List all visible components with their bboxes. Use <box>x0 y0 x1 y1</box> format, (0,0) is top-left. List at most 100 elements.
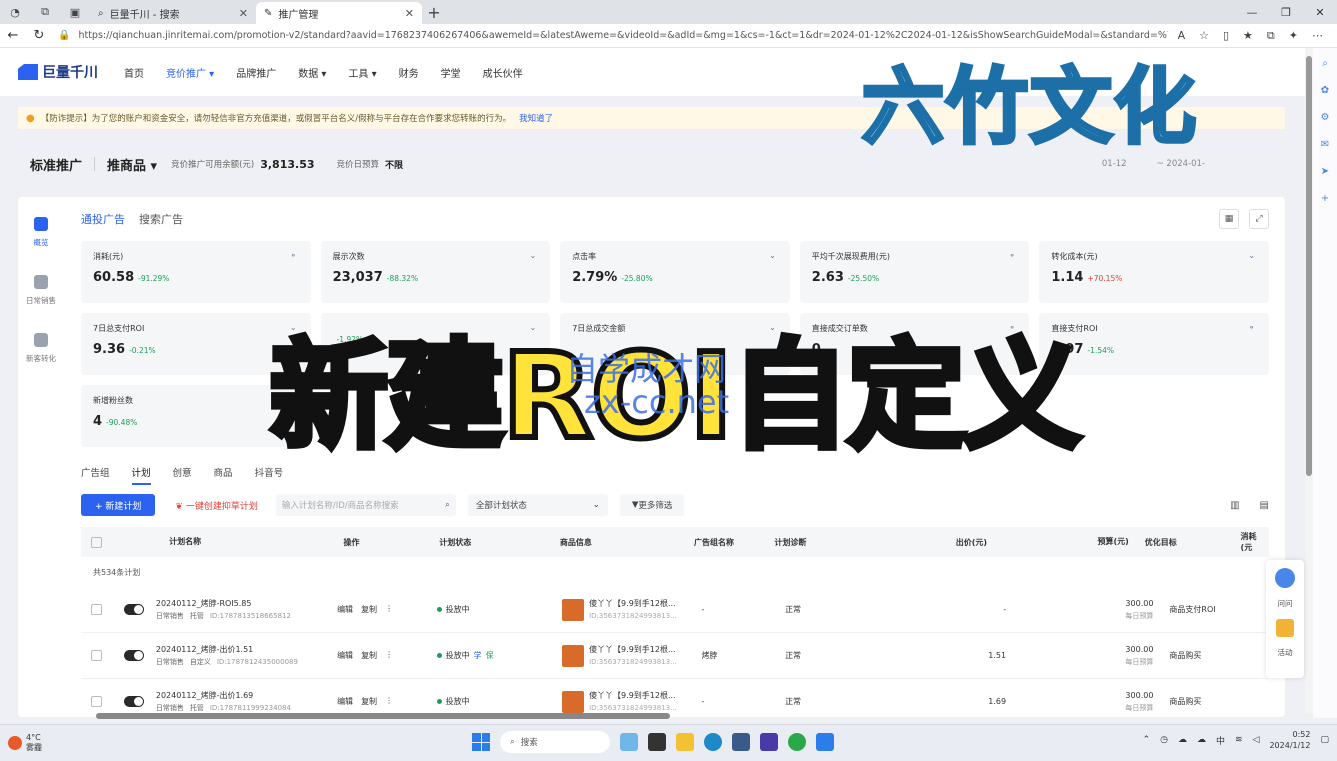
outlook-icon[interactable]: ✉ <box>1321 139 1329 150</box>
extensions-icon[interactable]: ✦ <box>1289 29 1298 43</box>
tab-creative[interactable]: 创意 <box>173 465 192 485</box>
windows-start-icon[interactable] <box>472 733 490 751</box>
ime-indicator[interactable]: 中 <box>1216 734 1225 747</box>
more-filters-button[interactable]: ▼ 更多筛选 <box>619 494 685 516</box>
row-checkbox[interactable] <box>91 696 102 707</box>
promotion-type-select[interactable]: 推商品 ▾ <box>107 155 157 174</box>
minimize-icon[interactable]: — <box>1235 0 1269 24</box>
plan-toggle[interactable] <box>123 696 144 707</box>
chevron-down-icon[interactable]: ⌄ <box>529 251 536 260</box>
bid-value[interactable]: 1.51 <box>924 651 1006 660</box>
plan-toggle[interactable] <box>123 650 144 661</box>
more-icon[interactable]: ⋯ <box>1312 29 1323 43</box>
menu-item-brand[interactable]: 品牌推广 <box>236 65 276 80</box>
screen-recorder-icon[interactable] <box>816 733 834 751</box>
left-nav-overview[interactable]: 概览 <box>18 203 64 261</box>
notification-icon[interactable]: ▢ <box>1320 735 1329 745</box>
left-nav-new-customer[interactable]: 新客转化 <box>18 319 64 377</box>
profile-icon[interactable]: ◔ <box>0 0 30 24</box>
tools-icon[interactable]: ⚙ <box>1321 112 1330 123</box>
metric-card[interactable]: 转化成本(元) 1.14 +70.15% ⌄ <box>1039 241 1269 303</box>
send-icon[interactable]: ➤ <box>1321 166 1329 177</box>
plan-name[interactable]: 20240112_烤脖-ROI5.85 <box>156 598 337 610</box>
promotion-mode[interactable]: 标准推广 <box>18 155 82 174</box>
chevron-down-icon[interactable]: ⌄ <box>1248 251 1255 260</box>
vertical-scrollbar[interactable] <box>1305 48 1313 713</box>
edit-button[interactable]: 编辑 <box>337 696 353 707</box>
batch-create-button[interactable]: ❦ 一键创建抑草计划 <box>175 499 257 512</box>
refresh-icon[interactable]: ↻ <box>26 28 52 43</box>
col-cost[interactable]: 消耗(元 <box>1241 531 1269 553</box>
close-window-icon[interactable]: ✕ <box>1303 0 1337 24</box>
col-budget[interactable]: 预算(元) <box>987 536 1128 548</box>
ask-label[interactable]: 问问 <box>1278 598 1293 609</box>
app-logo[interactable]: 巨量千川 <box>18 62 98 82</box>
copy-button[interactable]: 复制 <box>361 650 377 661</box>
onedrive-icon[interactable]: ☁ <box>1197 735 1206 745</box>
bid-value[interactable]: 1.69 <box>924 697 1006 706</box>
widgets-app-icon[interactable] <box>620 733 638 751</box>
menu-item-finance[interactable]: 财务 <box>399 65 419 80</box>
col-plan-name[interactable]: 计划名称 <box>169 536 343 548</box>
wifi-icon[interactable]: ≋ <box>1235 735 1243 745</box>
horizontal-scrollbar[interactable] <box>96 713 1262 719</box>
metric-dropdown-icon[interactable]: ⚬ <box>290 251 297 260</box>
tab-general-ads[interactable]: 通投广告 <box>81 211 125 227</box>
assistant-icon[interactable] <box>1275 568 1295 588</box>
search-icon[interactable]: ⌕ <box>1322 58 1328 69</box>
edge-browser-icon[interactable] <box>704 733 722 751</box>
scrollbar-thumb[interactable] <box>96 713 670 719</box>
tab-actions-icon[interactable]: ▣ <box>60 0 90 24</box>
more-actions-icon[interactable]: ⋮ <box>385 696 393 707</box>
menu-item-home[interactable]: 首页 <box>124 65 144 80</box>
row-checkbox[interactable] <box>91 604 102 615</box>
copilot-icon[interactable]: ✿ <box>1321 85 1329 96</box>
plan-search-input[interactable]: 输入计划名称/ID/商品名称搜索 ⌕ <box>275 494 456 516</box>
workspaces-icon[interactable]: ⧉ <box>30 0 60 24</box>
budget-cell[interactable]: 300.00 每日预算 <box>1006 598 1153 622</box>
product-info[interactable]: 傻丫丫【9.9到手12根... ID:3563731824993813... <box>562 690 701 714</box>
tab-ad-group[interactable]: 广告组 <box>81 465 110 485</box>
col-bid[interactable]: 出价(元) <box>909 537 987 548</box>
expand-icon[interactable]: ⤢ <box>1249 209 1269 229</box>
daily-budget-value[interactable]: 不限 <box>385 158 403 171</box>
select-all-checkbox[interactable] <box>91 536 102 548</box>
metric-dropdown-icon[interactable]: ⚬ <box>1009 251 1016 260</box>
tab-product[interactable]: 商品 <box>214 465 233 485</box>
new-plan-button[interactable]: + 新建计划 <box>81 494 156 516</box>
menu-item-bidding[interactable]: 竞价推广 ▾ <box>166 65 214 80</box>
favorite-icon[interactable]: ☆ <box>1199 29 1209 43</box>
favorites-icon[interactable]: ★ <box>1243 29 1253 43</box>
columns-icon[interactable]: ▥ <box>1230 500 1239 511</box>
calendar-icon[interactable]: ▦ <box>1219 209 1239 229</box>
volume-icon[interactable]: ◁ <box>1253 735 1260 745</box>
col-status[interactable]: 计划状态 <box>439 537 560 548</box>
product-info[interactable]: 傻丫丫【9.9到手12根... ID:3563731824993813... <box>562 644 701 668</box>
store-app-icon[interactable] <box>732 733 750 751</box>
chevron-down-icon[interactable]: ⌄ <box>769 251 776 260</box>
menu-item-data[interactable]: 数据 ▾ <box>298 65 326 80</box>
search-icon[interactable]: ⌕ <box>445 500 450 510</box>
product-info[interactable]: 傻丫丫【9.9到手12根... ID:3563731824993813... <box>562 598 701 622</box>
download-icon[interactable]: ▤ <box>1260 500 1269 511</box>
budget-cell[interactable]: 300.00 每日预算 <box>1006 690 1153 714</box>
close-icon[interactable]: ✕ <box>405 7 414 20</box>
collections-icon[interactable]: ⧉ <box>1267 29 1275 43</box>
edit-button[interactable]: 编辑 <box>337 604 353 615</box>
back-icon[interactable]: ← <box>0 28 26 43</box>
row-checkbox[interactable] <box>91 650 102 661</box>
metric-card[interactable]: 平均千次展现费用(元) 2.63 -25.50% ⚬ <box>799 241 1030 303</box>
browser-tab-promotion[interactable]: ✎ 推广管理 ✕ <box>256 2 422 24</box>
left-nav-daily-sales[interactable]: 日常销售 <box>18 261 64 319</box>
tab-plan[interactable]: 计划 <box>131 465 151 485</box>
wechat-app-icon[interactable] <box>788 733 806 751</box>
edit-button[interactable]: 编辑 <box>337 650 353 661</box>
editor-app-icon[interactable] <box>760 733 778 751</box>
metric-card[interactable]: 展示次数 23,037 -88.32% ⌄ <box>320 241 551 303</box>
restore-icon[interactable]: ❐ <box>1269 0 1303 24</box>
taskbar-clock[interactable]: 0:52 2024/1/12 <box>1269 729 1310 751</box>
copy-button[interactable]: 复制 <box>361 696 377 707</box>
metric-card[interactable]: 点击率 2.79% -25.80% ⌄ <box>560 241 790 303</box>
copy-button[interactable]: 复制 <box>361 604 377 615</box>
taskbar-search[interactable]: ⌕ 搜索 <box>500 731 610 753</box>
